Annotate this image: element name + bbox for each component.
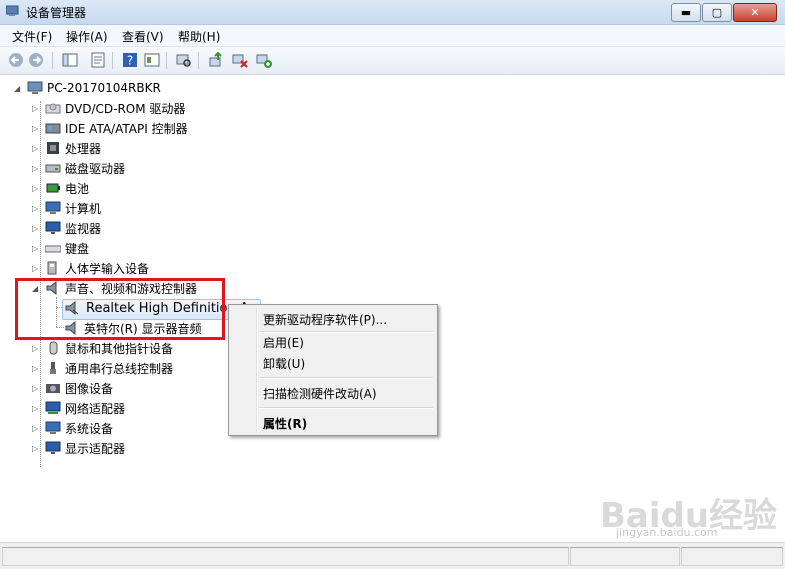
system-device-icon — [45, 421, 61, 434]
expand-arrow-icon[interactable]: ▷ — [32, 344, 41, 353]
enable-device-icon[interactable] — [256, 52, 272, 68]
close-button[interactable]: ✕ — [733, 3, 777, 22]
menu-item-properties[interactable]: 属性(R) — [231, 411, 434, 433]
menu-help[interactable]: 帮助(H) — [178, 28, 220, 45]
help-icon[interactable]: ? — [122, 52, 138, 68]
expand-arrow-icon[interactable]: ▷ — [32, 444, 41, 453]
expand-arrow-icon[interactable]: ▷ — [32, 264, 41, 273]
expand-arrow-icon[interactable]: ▷ — [32, 144, 41, 153]
tree-root-label: PC-20170104RBKR — [47, 81, 161, 95]
tree-item-display[interactable]: ▷ 显示适配器 — [32, 439, 125, 457]
tree-root[interactable]: ◢ PC-20170104RBKR — [14, 79, 161, 97]
tree-item-keyboard[interactable]: ▷ 键盘 — [32, 239, 89, 257]
tree-item-disk[interactable]: ▷ 磁盘驱动器 — [32, 159, 125, 177]
expand-arrow-icon[interactable]: ▷ — [32, 204, 41, 213]
tree-item-mouse[interactable]: ▷ 鼠标和其他指针设备 — [32, 339, 173, 357]
tree-item-monitor[interactable]: ▷ 监视器 — [32, 219, 101, 237]
expand-arrow-icon[interactable]: ▷ — [32, 124, 41, 133]
battery-icon — [46, 183, 60, 193]
display-adapter-icon — [45, 441, 61, 454]
svg-text:?: ? — [127, 54, 133, 68]
scan-hardware-icon[interactable] — [176, 52, 192, 68]
menu-item-update-driver[interactable]: 更新驱动程序软件(P)... — [231, 307, 434, 329]
uninstall-icon[interactable] — [232, 52, 248, 68]
computer-icon — [27, 81, 43, 94]
network-adapter-icon — [45, 401, 61, 414]
properties-icon[interactable] — [90, 52, 106, 68]
expand-arrow-icon[interactable]: ▷ — [32, 164, 41, 173]
tree-item-network[interactable]: ▷ 网络适配器 — [32, 399, 125, 417]
back-icon[interactable] — [8, 52, 24, 68]
menu-item-uninstall[interactable]: 卸载(U) — [231, 351, 434, 373]
menu-file[interactable]: 文件(F) — [12, 28, 52, 45]
toolbar: ? — [0, 47, 785, 75]
menu-item-scan[interactable]: 扫描检测硬件改动(A) — [231, 381, 434, 403]
menu-item-enable[interactable]: 启用(E) — [231, 330, 434, 352]
minimize-button[interactable]: ▬ — [671, 3, 701, 22]
expand-arrow-icon[interactable]: ▷ — [32, 184, 41, 193]
expand-arrow-icon[interactable]: ▷ — [32, 424, 41, 433]
window-title: 设备管理器 — [26, 6, 87, 20]
expand-arrow-icon[interactable]: ▷ — [32, 224, 41, 233]
camera-icon — [46, 384, 60, 393]
highlight-box-sound-group — [15, 278, 225, 340]
expand-arrow-icon[interactable]: ▷ — [32, 104, 41, 113]
device-manager-icon — [6, 5, 19, 16]
tree-item-ide[interactable]: ▷ IDE ATA/ATAPI 控制器 — [32, 119, 188, 137]
tree-item-usb[interactable]: ▷ 通用串行总线控制器 — [32, 359, 173, 377]
tree-item-processor[interactable]: ▷ 处理器 — [32, 139, 101, 157]
disk-drive-icon — [45, 164, 61, 173]
usb-icon — [50, 362, 56, 374]
view-icon[interactable] — [144, 52, 160, 68]
hid-icon — [47, 261, 57, 275]
menu-action[interactable]: 操作(A) — [66, 28, 108, 45]
menu-bar: 文件(F) 操作(A) 查看(V) 帮助(H) — [0, 25, 785, 47]
title-bar[interactable]: 设备管理器 ▬ ▢ ✕ — [0, 0, 785, 25]
context-menu: 更新驱动程序软件(P)... 启用(E) 卸载(U) 扫描检测硬件改动(A) 属… — [228, 304, 438, 436]
tree-item-imaging[interactable]: ▷ 图像设备 — [32, 379, 113, 397]
maximize-button[interactable]: ▢ — [702, 3, 732, 22]
watermark-url: jingyan.baidu.com — [616, 526, 718, 539]
tree-item-battery[interactable]: ▷ 电池 — [32, 179, 89, 197]
tree-item-hid[interactable]: ▷ 人体学输入设备 — [32, 259, 149, 277]
expand-arrow-icon[interactable]: ▷ — [32, 364, 41, 373]
tree-item-dvd[interactable]: ▷ DVD/CD-ROM 驱动器 — [32, 99, 185, 117]
forward-icon[interactable] — [28, 52, 44, 68]
monitor-icon — [45, 221, 61, 234]
expand-arrow-icon[interactable]: ▷ — [32, 404, 41, 413]
status-bar — [0, 542, 785, 569]
computer-icon — [45, 201, 61, 214]
ide-controller-icon — [45, 123, 61, 134]
processor-icon — [47, 142, 59, 154]
menu-view[interactable]: 查看(V) — [122, 28, 164, 45]
show-hide-tree-icon[interactable] — [62, 52, 78, 68]
keyboard-icon — [45, 245, 61, 253]
dvd-drive-icon — [45, 103, 61, 114]
expand-arrow-icon[interactable]: ▷ — [32, 244, 41, 253]
expand-arrow-icon[interactable]: ▷ — [32, 384, 41, 393]
tree-item-computer[interactable]: ▷ 计算机 — [32, 199, 101, 217]
tree-item-system[interactable]: ▷ 系统设备 — [32, 419, 113, 437]
mouse-icon — [49, 341, 58, 355]
collapse-arrow-icon[interactable]: ◢ — [14, 84, 23, 93]
update-driver-icon[interactable] — [208, 52, 224, 68]
